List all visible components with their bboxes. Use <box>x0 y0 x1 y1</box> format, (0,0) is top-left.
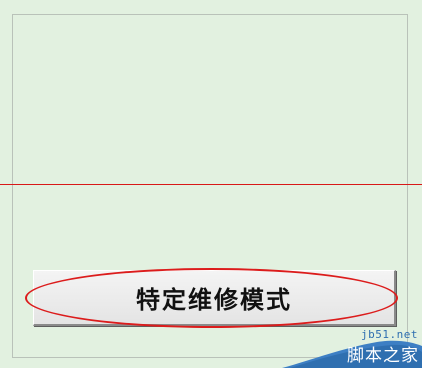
red-guideline <box>0 184 422 185</box>
special-repair-mode-button[interactable]: 特定维修模式 <box>33 270 396 326</box>
